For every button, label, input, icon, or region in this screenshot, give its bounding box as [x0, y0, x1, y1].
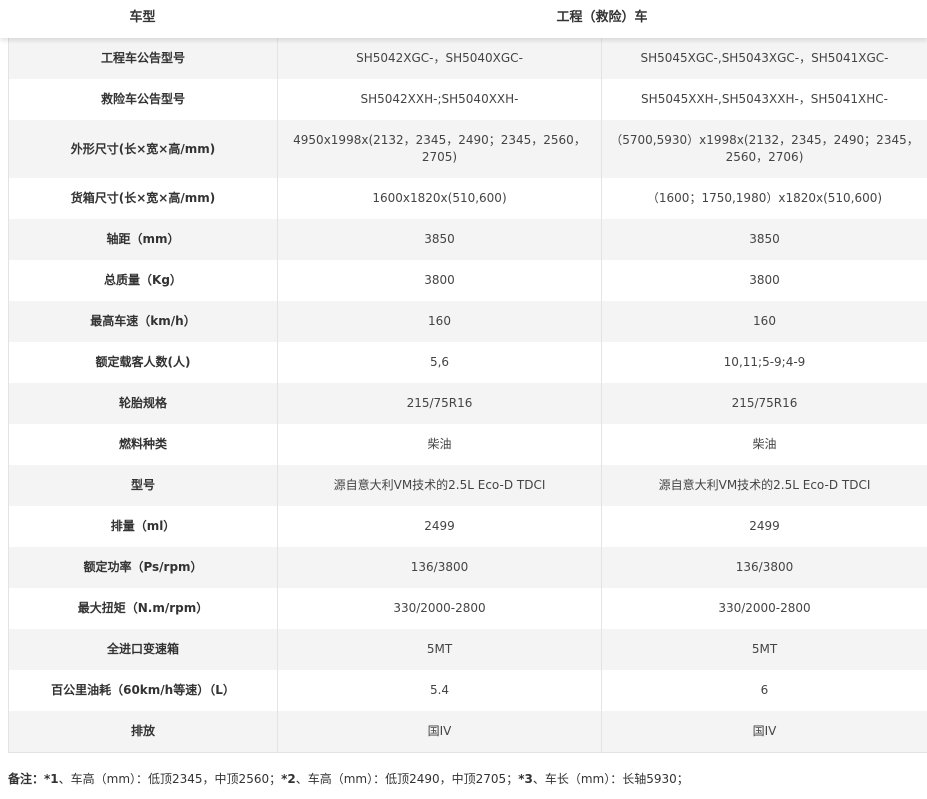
footnote-text-2: 、车高（mm）：低顶2490，中顶2705；: [295, 772, 519, 786]
table-row: 全进口变速箱 5MT 5MT: [8, 629, 927, 670]
table-row: 百公里油耗（60km/h等速）（L） 5.4 6: [8, 670, 927, 711]
spec-table: 工程车公告型号 SH5042XGC-，SH5040XGC- SH5045XGC-…: [8, 38, 927, 753]
row-value-1: 215/75R16: [277, 383, 602, 424]
row-label: 额定载客人数(人): [8, 342, 278, 383]
table-row: 救险车公告型号 SH5042XXH-;SH5040XXH- SH5045XXH-…: [8, 79, 927, 120]
row-label: 燃料种类: [8, 424, 278, 465]
row-value-2: 160: [601, 301, 927, 342]
row-value-1: 3800: [277, 260, 602, 301]
row-label: 全进口变速箱: [8, 629, 278, 670]
row-value-2: 2499: [601, 506, 927, 547]
row-value-1: 柴油: [277, 424, 602, 465]
table-row: 额定功率（Ps/rpm） 136/3800 136/3800: [8, 547, 927, 588]
footnote-text-3: 、车长（mm）：长轴5930；: [532, 772, 689, 786]
row-value-1: SH5042XGC-，SH5040XGC-: [277, 38, 602, 79]
row-label: 外形尺寸(长×宽×高/mm): [8, 120, 278, 178]
footnote: 备注：*1、车高（mm）：低顶2345，中顶2560；*2、车高（mm）：低顶2…: [8, 770, 689, 787]
spec-page: 车型 工程（救险）车 工程车公告型号 SH5042XGC-，SH5040XGC-…: [0, 0, 927, 799]
row-value-2: 330/2000-2800: [601, 588, 927, 629]
footnote-prefix: 备注：: [8, 772, 45, 786]
footnote-text-1: 、车高（mm）：低顶2345，中顶2560；: [58, 772, 282, 786]
table-row: 货箱尺寸(长×宽×高/mm) 1600x1820x(510,600) （1600…: [8, 178, 927, 219]
row-value-2: 3850: [601, 219, 927, 260]
header-vehicle-type: 工程（救险）车: [556, 10, 648, 25]
row-value-1: 源自意大利VM技术的2.5L Eco-D TDCI: [277, 465, 602, 506]
footnote-marker-2: *2: [281, 772, 296, 786]
row-value-2: 215/75R16: [601, 383, 927, 424]
row-value-1: 2499: [277, 506, 602, 547]
row-label: 轴距（mm）: [8, 219, 278, 260]
row-label: 救险车公告型号: [8, 79, 278, 120]
row-value-2: SH5045XGC-,SH5043XGC-，SH5041XGC-: [601, 38, 927, 79]
table-row: 排放 国IV 国IV: [8, 711, 927, 753]
row-label: 工程车公告型号: [8, 38, 278, 79]
row-value-2: 源自意大利VM技术的2.5L Eco-D TDCI: [601, 465, 927, 506]
row-value-1: 4950x1998x(2132，2345，2490；2345，2560，2705…: [277, 120, 602, 178]
row-value-2: 柴油: [601, 424, 927, 465]
row-value-1: 5MT: [277, 629, 602, 670]
table-row: 总质量（Kg） 3800 3800: [8, 260, 927, 301]
table-row: 最高车速（km/h） 160 160: [8, 301, 927, 342]
row-label: 轮胎规格: [8, 383, 278, 424]
row-value-2: 136/3800: [601, 547, 927, 588]
table-row: 最大扭矩（N.m/rpm） 330/2000-2800 330/2000-280…: [8, 588, 927, 629]
row-value-1: SH5042XXH-;SH5040XXH-: [277, 79, 602, 120]
table-row: 型号 源自意大利VM技术的2.5L Eco-D TDCI 源自意大利VM技术的2…: [8, 465, 927, 506]
row-value-1: 1600x1820x(510,600): [277, 178, 602, 219]
footnote-marker-3: *3: [518, 772, 533, 786]
row-value-2: （1600；1750,1980）x1820x(510,600): [601, 178, 927, 219]
footnote-marker-1: *1: [44, 772, 59, 786]
row-value-1: 330/2000-2800: [277, 588, 602, 629]
row-label: 最大扭矩（N.m/rpm）: [8, 588, 278, 629]
row-label: 百公里油耗（60km/h等速）（L）: [8, 670, 278, 711]
row-value-1: 5.4: [277, 670, 602, 711]
row-value-1: 160: [277, 301, 602, 342]
table-row: 排量（ml） 2499 2499: [8, 506, 927, 547]
row-label: 总质量（Kg）: [8, 260, 278, 301]
row-label: 货箱尺寸(长×宽×高/mm): [8, 178, 278, 219]
row-value-2: 3800: [601, 260, 927, 301]
table-row: 轴距（mm） 3850 3850: [8, 219, 927, 260]
row-label: 额定功率（Ps/rpm）: [8, 547, 278, 588]
row-value-1: 国IV: [277, 711, 602, 753]
row-value-1: 5,6: [277, 342, 602, 383]
row-label: 最高车速（km/h）: [8, 301, 278, 342]
row-label: 排量（ml）: [8, 506, 278, 547]
row-value-1: 136/3800: [277, 547, 602, 588]
row-value-2: 6: [601, 670, 927, 711]
row-value-2: SH5045XXH-,SH5043XXH-，SH5041XHC-: [601, 79, 927, 120]
row-label: 型号: [8, 465, 278, 506]
header-model-label: 车型: [129, 10, 156, 25]
row-label: 排放: [8, 711, 278, 753]
table-row: 额定载客人数(人) 5,6 10,11;5-9;4-9: [8, 342, 927, 383]
row-value-2: 10,11;5-9;4-9: [601, 342, 927, 383]
table-row: 外形尺寸(长×宽×高/mm) 4950x1998x(2132，2345，2490…: [8, 120, 927, 178]
row-value-2: 国IV: [601, 711, 927, 753]
table-row: 工程车公告型号 SH5042XGC-，SH5040XGC- SH5045XGC-…: [8, 38, 927, 79]
table-header: 车型 工程（救险）车: [0, 0, 927, 38]
row-value-1: 3850: [277, 219, 602, 260]
table-row: 燃料种类 柴油 柴油: [8, 424, 927, 465]
row-value-2: 5MT: [601, 629, 927, 670]
row-value-2: （5700,5930）x1998x(2132，2345，2490；2345，25…: [601, 120, 927, 178]
table-row: 轮胎规格 215/75R16 215/75R16: [8, 383, 927, 424]
